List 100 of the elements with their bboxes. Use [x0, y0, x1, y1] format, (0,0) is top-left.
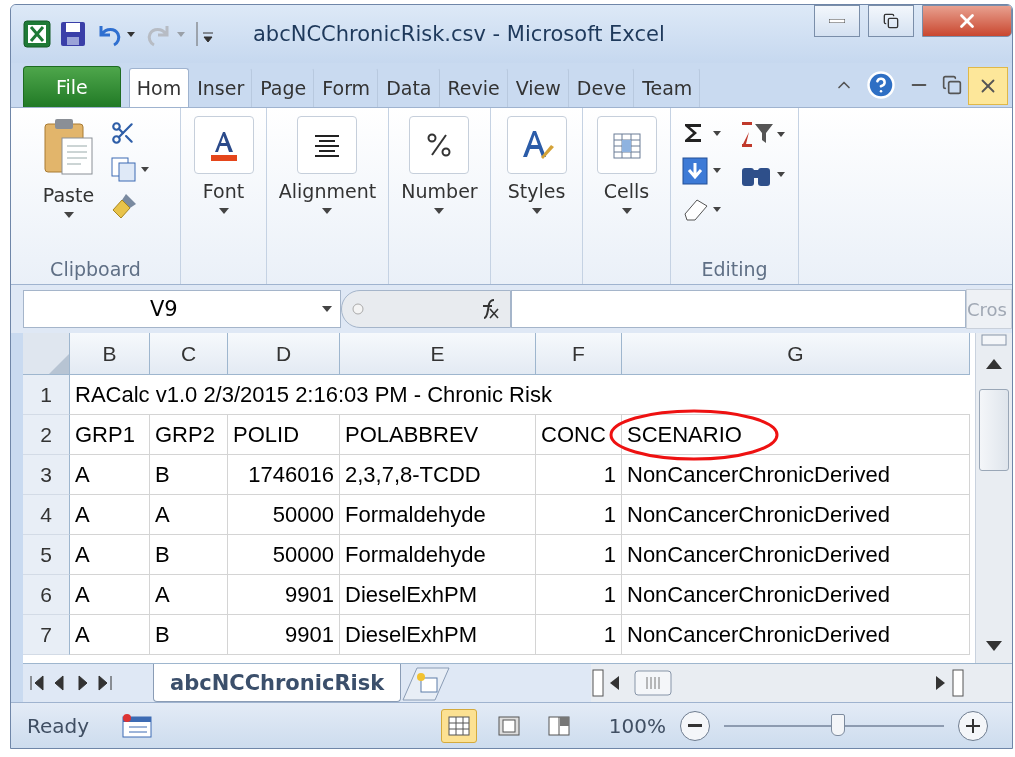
table-cell: NonCancerChronicDerived: [622, 535, 970, 575]
column-header[interactable]: G: [622, 333, 970, 375]
restore-icon: [883, 13, 899, 29]
table-cell: NonCancerChronicDerived: [622, 575, 970, 615]
sheet-tab[interactable]: abcNCChronicRisk: [153, 664, 402, 702]
name-box[interactable]: V9: [23, 290, 341, 328]
table-cell: Formaldehyde: [340, 495, 536, 535]
table-cell: A: [70, 575, 150, 615]
save-icon[interactable]: [59, 20, 87, 48]
table-cell: 1: [536, 575, 622, 615]
table-cell: 2,3,7,8-TCDD: [340, 455, 536, 495]
page-break-view-icon: [547, 715, 570, 736]
copy-icon[interactable]: [109, 156, 150, 182]
table-cell: DieselExhPM: [340, 615, 536, 655]
zoom-slider-thumb[interactable]: [831, 713, 846, 736]
page-view-icon: [497, 715, 520, 736]
row-header[interactable]: 1: [23, 375, 70, 415]
column-header[interactable]: E: [340, 333, 536, 375]
column-header[interactable]: C: [150, 333, 228, 375]
close-workbook-button[interactable]: [968, 67, 1008, 105]
table-cell: B: [150, 535, 228, 575]
status-text: Ready: [27, 713, 90, 738]
window-title: abcNCChronicRisk.csv - Microsoft Excel: [253, 22, 665, 46]
help-icon[interactable]: [866, 70, 896, 100]
ribbon-tab[interactable]: Hom: [128, 68, 190, 107]
table-cell: GRP1: [70, 415, 150, 455]
column-header[interactable]: F: [536, 333, 622, 375]
caret-icon: [531, 208, 542, 214]
column-header[interactable]: B: [70, 333, 150, 375]
caret-icon: [434, 208, 445, 214]
zoom-level[interactable]: 100%: [608, 713, 666, 738]
overflow-text: Cros: [966, 289, 1012, 329]
customize-toolbar-icon[interactable]: [195, 20, 215, 48]
table-cell: A: [150, 495, 228, 535]
restore-workbook-icon[interactable]: [942, 75, 962, 95]
restore-button[interactable]: [868, 5, 914, 37]
cut-icon[interactable]: [109, 120, 136, 146]
table-cell: SCENARIO: [622, 415, 970, 455]
table-cell: CONC: [536, 415, 622, 455]
clipboard-icon: [41, 116, 96, 178]
table-cell: POLABBREV: [340, 415, 536, 455]
minus-icon: [688, 724, 702, 727]
caret-icon: [63, 212, 74, 218]
row-header[interactable]: 2: [23, 415, 70, 455]
minimize-button[interactable]: [814, 5, 860, 37]
column-header[interactable]: D: [228, 333, 340, 375]
table-cell: B: [150, 615, 228, 655]
row-header[interactable]: 6: [23, 575, 70, 615]
table-cell: DieselExhPM: [340, 575, 536, 615]
zoom-in-button[interactable]: [958, 710, 988, 741]
percent-icon: [426, 132, 453, 158]
table-cell: RACalc v1.0 2/3/2015 2:16:03 PM - Chronic Risk: [70, 375, 970, 415]
formula-input[interactable]: [511, 290, 966, 328]
row-header[interactable]: 3: [23, 455, 70, 495]
splitter-handle-icon[interactable]: [352, 303, 364, 315]
ribbon-group-button[interactable]: Alignment: [278, 116, 377, 214]
table-cell: NonCancerChronicDerived: [622, 615, 970, 655]
zoom-out-button[interactable]: [680, 710, 710, 741]
dropdown-caret-icon: [322, 306, 332, 312]
corner-triangle-icon: [49, 354, 69, 374]
ribbon-tab[interactable]: File: [23, 66, 121, 107]
table-cell: A: [70, 615, 150, 655]
group-label: Editing: [701, 258, 768, 282]
minimize-icon: [829, 19, 845, 23]
table-cell: NonCancerChronicDerived: [622, 455, 970, 495]
caret-icon: [322, 208, 333, 214]
table-cell: B: [150, 455, 228, 495]
table-cell: A: [70, 495, 150, 535]
row-header[interactable]: 5: [23, 535, 70, 575]
caret-icon: [621, 208, 632, 214]
table-cell: 1: [536, 615, 622, 655]
scroll-thumb[interactable]: [979, 389, 1009, 471]
table-cell: A: [150, 575, 228, 615]
view-button[interactable]: [440, 708, 477, 743]
close-button[interactable]: [922, 5, 1012, 37]
table-cell: 1: [536, 455, 622, 495]
table-cell: NonCancerChronicDerived: [622, 495, 970, 535]
table-cell: POLID: [228, 415, 340, 455]
caret-icon: [218, 208, 229, 214]
table-cell: GRP2: [150, 415, 228, 455]
table-cell: 9901: [228, 575, 340, 615]
table-cell: 1: [536, 535, 622, 575]
down-arrow-icon: [986, 641, 1002, 651]
record-macro-icon[interactable]: [121, 712, 154, 739]
row-header[interactable]: 7: [23, 615, 70, 655]
table-cell: 1: [536, 495, 622, 535]
table-cell: 1746016: [228, 455, 340, 495]
row-header[interactable]: 4: [23, 495, 70, 535]
horizontal-scrollbar-drawing[interactable]: [591, 667, 967, 699]
table-cell: 50000: [228, 535, 340, 575]
grid-view-icon: [447, 715, 470, 736]
table-cell: A: [70, 535, 150, 575]
table-cell: 9901: [228, 615, 340, 655]
ribbon-group-button[interactable]: Number: [401, 116, 478, 214]
group-label: Clipboard: [50, 258, 141, 282]
table-cell: 50000: [228, 495, 340, 535]
excel-logo-icon[interactable]: [23, 20, 51, 48]
paste-button[interactable]: Paste: [41, 116, 96, 258]
table-cell: A: [70, 455, 150, 495]
align-center-icon: [313, 133, 342, 157]
